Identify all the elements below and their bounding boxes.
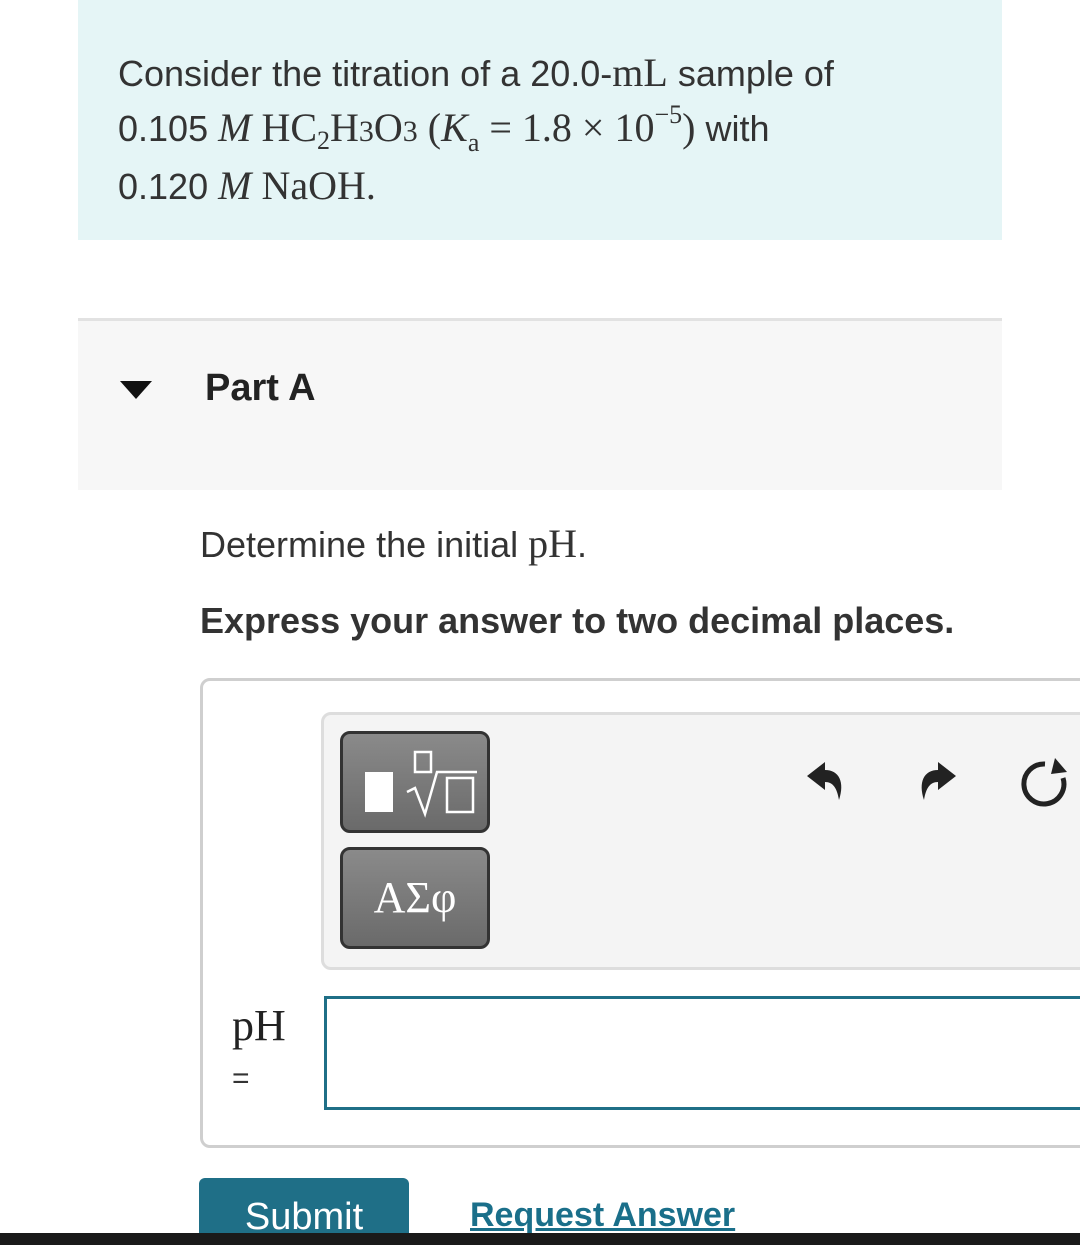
answer-instruction: Express your answer to two decimal place… bbox=[200, 600, 955, 641]
problem-text-part: with bbox=[695, 108, 770, 149]
base-formula: M NaOH. bbox=[218, 163, 376, 208]
formula-part: 3 bbox=[358, 115, 374, 148]
part-title: Part A bbox=[205, 367, 316, 409]
answer-input[interactable] bbox=[324, 996, 1080, 1110]
formula-part: H bbox=[330, 105, 359, 150]
problem-statement: Consider the titration of a 20.0-mL samp… bbox=[118, 46, 978, 214]
answer-label: pH bbox=[232, 1001, 286, 1050]
ka-symbol: K bbox=[441, 105, 468, 150]
redo-icon bbox=[921, 762, 956, 800]
collapse-caret-icon[interactable] bbox=[120, 381, 152, 399]
acid-concentration: 0.105 bbox=[118, 108, 209, 149]
ka-exponent: −5 bbox=[654, 100, 683, 129]
problem-line-2: 0.105 M HC2H3O3 (Ka = 1.8 × 10−5) with bbox=[118, 101, 978, 159]
undo-button[interactable] bbox=[795, 752, 855, 812]
formula-part: O bbox=[373, 105, 403, 150]
formula-part: 3 bbox=[402, 115, 418, 148]
problem-line-3: 0.120 M NaOH. bbox=[118, 159, 978, 214]
reset-button[interactable] bbox=[1015, 752, 1075, 812]
reset-icon bbox=[1021, 758, 1067, 807]
acid-formula: M HC2H3O3 (Ka = 1.8 × 10−5) bbox=[218, 100, 696, 157]
base-formula-text: NaOH. bbox=[261, 163, 376, 208]
templates-button[interactable] bbox=[340, 731, 490, 833]
templates-sqrt-icon bbox=[365, 750, 477, 818]
bottom-bar bbox=[0, 1233, 1080, 1245]
problem-line-1: Consider the titration of a 20.0-mL samp… bbox=[118, 46, 978, 101]
request-answer-link[interactable]: Request Answer bbox=[470, 1196, 735, 1235]
undo-icon bbox=[807, 762, 842, 800]
question-suffix: . bbox=[577, 524, 588, 565]
problem-text-part: Consider the titration of a 20.0- bbox=[118, 53, 613, 94]
part-a-header[interactable]: Part A bbox=[78, 318, 1002, 490]
redo-button[interactable] bbox=[908, 752, 968, 812]
problem-text-part: sample of bbox=[667, 53, 834, 94]
formula-part: HC bbox=[261, 105, 318, 150]
greek-symbols-label: ΑΣφ bbox=[373, 873, 457, 922]
answer-equals: = bbox=[232, 1062, 250, 1095]
question-prefix: Determine the initial bbox=[200, 524, 529, 565]
formula-subscript: 2 bbox=[317, 126, 331, 155]
molar-symbol: M bbox=[218, 163, 252, 208]
question-quantity: pH bbox=[528, 521, 578, 566]
ka-value: = 1.8 × 10 bbox=[489, 105, 655, 150]
molar-symbol: M bbox=[218, 105, 252, 150]
question-text: Determine the initial pH. bbox=[200, 520, 587, 567]
greek-symbols-button[interactable]: ΑΣφ bbox=[340, 847, 490, 949]
unit-ml: mL bbox=[612, 50, 668, 95]
base-concentration: 0.120 bbox=[118, 166, 209, 207]
ka-subscript: a bbox=[467, 128, 480, 157]
